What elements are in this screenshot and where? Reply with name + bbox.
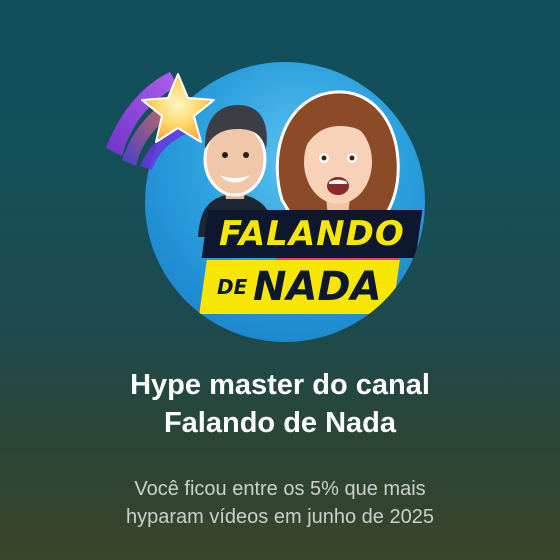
subtitle-line-2: hyparam vídeos em junho de 2025 — [126, 506, 434, 528]
achievement-description: Você ficou entre os 5% que mais hyparam … — [0, 475, 560, 531]
hype-star-icon — [106, 72, 215, 170]
logo-text-falando: FALANDO — [219, 214, 405, 254]
subtitle-line-1: Você ficou entre os 5% que mais — [134, 478, 426, 500]
logo-text-nada: NADA — [253, 264, 382, 310]
logo-text-de: DE — [217, 275, 248, 299]
channel-logo: FALANDO DE NADA — [195, 210, 423, 320]
title-line-2: Falando de Nada — [163, 407, 397, 439]
title-line-1: Hype master do canal — [130, 369, 430, 401]
achievement-title: Hype master do canal Falando de Nada — [0, 366, 560, 442]
